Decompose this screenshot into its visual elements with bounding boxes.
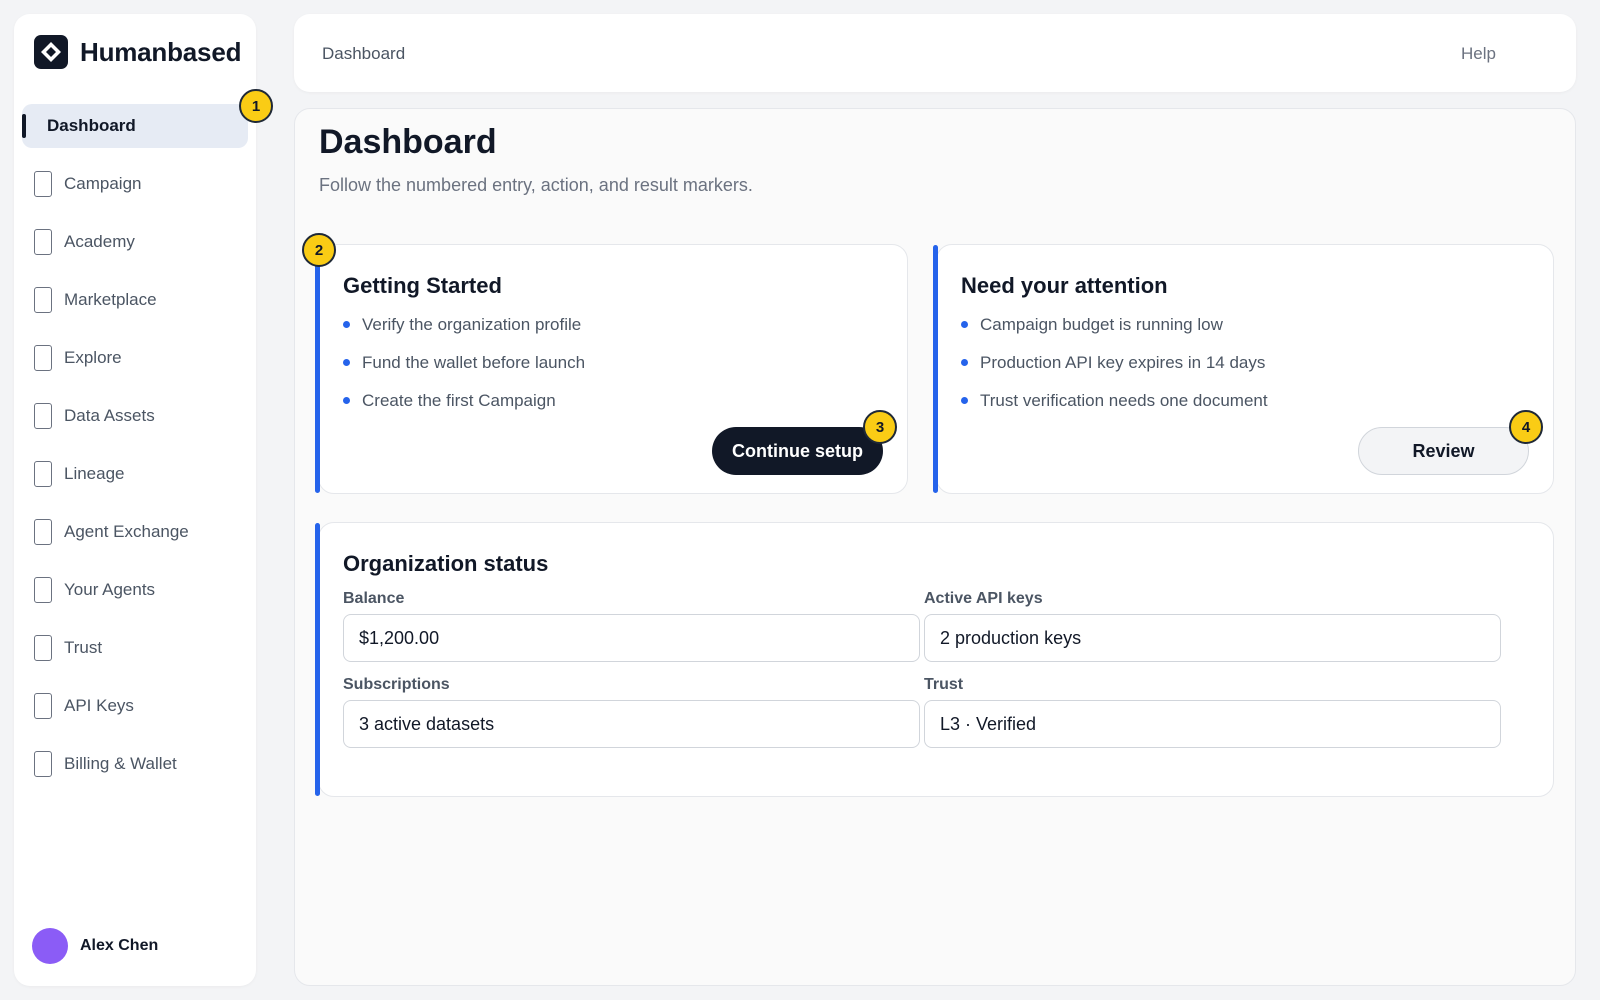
sidebar-item-billing-wallet[interactable]: Billing & Wallet bbox=[22, 742, 248, 786]
card-title: Need your attention bbox=[961, 273, 1168, 298]
sidebar-item-label: Marketplace bbox=[64, 290, 157, 309]
page-icon bbox=[34, 635, 52, 661]
trust-field[interactable]: L3 · Verified bbox=[924, 700, 1501, 748]
sidebar-item-trust[interactable]: Trust bbox=[22, 626, 248, 670]
sidebar-item-label: Trust bbox=[64, 638, 103, 657]
balance-label: Balance bbox=[343, 590, 405, 607]
main-panel: Dashboard Follow the numbered entry, act… bbox=[294, 108, 1576, 986]
sidebar-item-label: Agent Exchange bbox=[64, 522, 189, 541]
page-icon bbox=[34, 693, 52, 719]
topbar: Dashboard Help bbox=[294, 14, 1576, 92]
page-icon bbox=[34, 519, 52, 545]
page-icon bbox=[34, 345, 52, 371]
card-accent-bar bbox=[315, 523, 320, 796]
attention-card: Need your attention Campaign budget is r… bbox=[933, 244, 1554, 494]
getting-started-list: Verify the organization profile Fund the… bbox=[343, 315, 585, 429]
list-item: Create the first Campaign bbox=[343, 391, 585, 429]
continue-setup-button[interactable]: Continue setup bbox=[712, 427, 883, 475]
page-icon bbox=[34, 577, 52, 603]
page-icon bbox=[34, 751, 52, 777]
attention-list: Campaign budget is running low Productio… bbox=[961, 315, 1268, 429]
page-icon bbox=[34, 287, 52, 313]
subscriptions-field[interactable]: 3 active datasets bbox=[343, 700, 920, 748]
sidebar-item-label: Data Assets bbox=[64, 406, 155, 425]
card-title: Organization status bbox=[343, 551, 549, 576]
sidebar-item-academy[interactable]: Academy bbox=[22, 220, 248, 264]
sidebar-item-label: Campaign bbox=[64, 174, 142, 193]
brand-name: Humanbased bbox=[80, 36, 242, 67]
sidebar-item-label: Lineage bbox=[64, 464, 125, 483]
sidebar-item-label: Billing & Wallet bbox=[64, 754, 177, 773]
getting-started-card: Getting Started Verify the organization … bbox=[302, 233, 908, 494]
list-item: Verify the organization profile bbox=[343, 315, 585, 353]
card-accent-bar bbox=[315, 245, 320, 493]
sidebar-item-lineage[interactable]: Lineage bbox=[22, 452, 248, 496]
diamond-logo-icon bbox=[34, 35, 68, 69]
user-name: Alex Chen bbox=[80, 937, 159, 954]
sidebar-item-label: Your Agents bbox=[64, 580, 156, 599]
sidebar-item-data-assets[interactable]: Data Assets bbox=[22, 394, 248, 438]
page-subtitle: Follow the numbered entry, action, and r… bbox=[319, 175, 753, 195]
step-marker-4: 4 bbox=[1509, 410, 1543, 444]
review-button[interactable]: Review bbox=[1358, 427, 1529, 475]
trust-label: Trust bbox=[924, 676, 964, 693]
sidebar-item-campaign[interactable]: Campaign bbox=[22, 162, 248, 206]
list-item: Production API key expires in 14 days bbox=[961, 353, 1268, 391]
organization-status-card: Organization status Balance $1,200.00 Ac… bbox=[315, 522, 1554, 797]
page-icon bbox=[34, 461, 52, 487]
sidebar: Humanbased Dashboard Campaign Academy Ma… bbox=[14, 14, 256, 986]
sidebar-item-marketplace[interactable]: Marketplace bbox=[22, 278, 248, 322]
list-item: Fund the wallet before launch bbox=[343, 353, 585, 391]
page-icon bbox=[34, 229, 52, 255]
sidebar-item-api-keys[interactable]: API Keys bbox=[22, 684, 248, 728]
step-marker-2: 2 bbox=[302, 233, 336, 267]
active-api-keys-label: Active API keys bbox=[924, 590, 1043, 607]
user-profile[interactable]: Alex Chen bbox=[32, 928, 158, 964]
sidebar-item-your-agents[interactable]: Your Agents bbox=[22, 568, 248, 612]
active-api-keys-field[interactable]: 2 production keys bbox=[924, 614, 1501, 662]
sidebar-item-label: API Keys bbox=[64, 696, 134, 715]
list-item: Trust verification needs one document bbox=[961, 391, 1268, 429]
sidebar-item-agent-exchange[interactable]: Agent Exchange bbox=[22, 510, 248, 554]
help-link[interactable]: Help bbox=[1461, 44, 1496, 64]
sidebar-item-label: Explore bbox=[64, 348, 122, 367]
breadcrumb: Dashboard bbox=[322, 44, 406, 63]
page-icon bbox=[34, 403, 52, 429]
sidebar-item-explore[interactable]: Explore bbox=[22, 336, 248, 380]
card-title: Getting Started bbox=[343, 273, 502, 298]
balance-field[interactable]: $1,200.00 bbox=[343, 614, 920, 662]
step-marker-3: 3 bbox=[863, 410, 897, 444]
sidebar-item-label: Academy bbox=[64, 232, 135, 251]
avatar bbox=[32, 928, 68, 964]
page-icon bbox=[34, 171, 52, 197]
subscriptions-label: Subscriptions bbox=[343, 676, 450, 693]
sidebar-item-label: Dashboard bbox=[47, 116, 136, 135]
sidebar-nav: Dashboard Campaign Academy Marketplace E… bbox=[22, 104, 248, 800]
brand[interactable]: Humanbased bbox=[34, 34, 241, 70]
step-marker-1: 1 bbox=[239, 89, 273, 123]
sidebar-item-dashboard[interactable]: Dashboard bbox=[22, 104, 248, 148]
page-title: Dashboard bbox=[319, 123, 497, 161]
list-item: Campaign budget is running low bbox=[961, 315, 1268, 353]
card-accent-bar bbox=[933, 245, 938, 493]
